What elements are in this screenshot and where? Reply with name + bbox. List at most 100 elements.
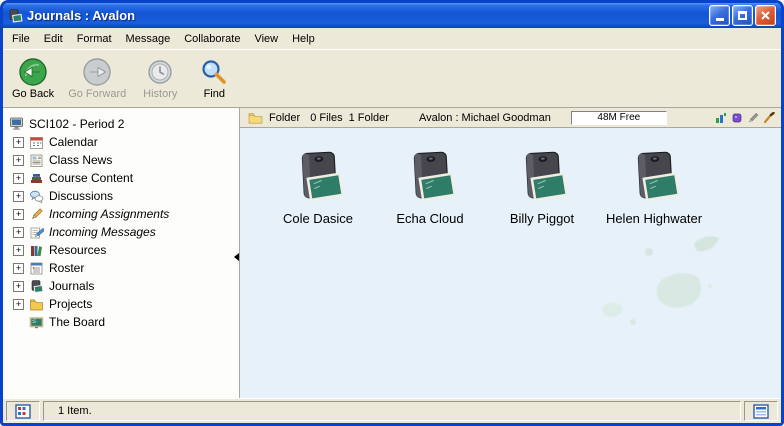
folder-view: Cole Dasice <box>240 128 781 398</box>
forward-arrow-icon <box>82 57 112 87</box>
journal-name: Helen Highwater <box>606 211 702 226</box>
tree-item-journals[interactable]: + Journals <box>9 277 239 295</box>
tree-item-incoming-assignments[interactable]: + Incoming Assignments <box>9 205 239 223</box>
splitter-collapse-arrow[interactable] <box>234 253 239 261</box>
grid-status-icon[interactable] <box>15 404 31 419</box>
tree-item-roster[interactable]: + Roster <box>9 259 239 277</box>
tree-item-projects[interactable]: + Projects <box>9 295 239 313</box>
tree-item-label: The Board <box>49 315 105 329</box>
books-stack-icon <box>29 171 44 186</box>
roster-list-icon <box>29 261 44 276</box>
find-label: Find <box>204 88 225 100</box>
map-watermark <box>545 224 745 354</box>
go-forward-button[interactable]: Go Forward <box>63 54 131 103</box>
tree-item-label: Resources <box>49 243 106 257</box>
journal-item-billy[interactable]: Billy Piggot <box>490 150 594 226</box>
expand-icon[interactable]: + <box>13 227 24 238</box>
main-area: SCI102 - Period 2 + Calendar + Class <box>3 108 781 398</box>
expand-icon[interactable]: + <box>13 191 24 202</box>
menu-view[interactable]: View <box>247 30 285 48</box>
tree-item-resources[interactable]: + Resources <box>9 241 239 259</box>
computer-icon <box>9 116 24 131</box>
free-space-indicator: 48M Free <box>571 111 667 125</box>
close-icon <box>760 10 771 21</box>
menu-collaborate[interactable]: Collaborate <box>177 30 247 48</box>
tree-root-class[interactable]: SCI102 - Period 2 <box>9 114 239 133</box>
window-controls <box>709 5 776 26</box>
expand-icon[interactable]: + <box>13 281 24 292</box>
tree-item-course-content[interactable]: + Course Content <box>9 169 239 187</box>
close-button[interactable] <box>755 5 776 26</box>
tree-item-label: Incoming Messages <box>49 225 156 239</box>
pencil-note-icon <box>29 225 44 240</box>
menu-edit[interactable]: Edit <box>37 30 70 48</box>
go-back-button[interactable]: Go Back <box>7 54 59 103</box>
menu-help[interactable]: Help <box>285 30 322 48</box>
item-count-text: 1 Item. <box>58 405 92 417</box>
toolbar: Go Back Go Forward History Fi <box>3 49 781 108</box>
history-button[interactable]: History <box>135 54 185 103</box>
status-message: 1 Item. <box>43 401 741 421</box>
chart-icon[interactable] <box>715 112 727 124</box>
pencil-small-icon[interactable] <box>747 112 759 124</box>
journal-name: Billy Piggot <box>510 211 574 226</box>
app-icon <box>7 8 23 24</box>
tree-item-class-news[interactable]: + Class News <box>9 151 239 169</box>
expand-icon[interactable]: + <box>13 155 24 166</box>
paintbrush-icon[interactable] <box>763 112 775 124</box>
journal-item-cole[interactable]: Cole Dasice <box>266 150 370 226</box>
expand-icon[interactable]: + <box>13 263 24 274</box>
expand-icon[interactable]: + <box>13 299 24 310</box>
minimize-icon <box>716 18 724 21</box>
location-path: Avalon : Michael Goodman <box>419 112 551 124</box>
journal-name: Echa Cloud <box>396 211 463 226</box>
menu-file[interactable]: File <box>5 30 37 48</box>
journal-list: Cole Dasice <box>240 128 781 226</box>
folders-count: 1 Folder <box>349 112 389 124</box>
palette-icon[interactable] <box>731 112 743 124</box>
go-forward-label: Go Forward <box>68 88 126 100</box>
expand-icon[interactable]: + <box>13 137 24 148</box>
journal-item-echa[interactable]: Echa Cloud <box>378 150 482 226</box>
maximize-button[interactable] <box>732 5 753 26</box>
journal-book-icon <box>287 150 349 208</box>
tree-item-label: Roster <box>49 261 84 275</box>
menu-format[interactable]: Format <box>70 30 119 48</box>
tree-item-label: Journals <box>49 279 94 293</box>
tree-item-the-board[interactable]: The Board <box>9 313 239 331</box>
tree-item-incoming-messages[interactable]: + Incoming Messages <box>9 223 239 241</box>
menu-message[interactable]: Message <box>119 30 178 48</box>
expand-icon[interactable]: + <box>13 173 24 184</box>
folder-type-label: Folder <box>269 112 300 124</box>
pencil-icon <box>29 207 44 222</box>
expand-icon[interactable]: + <box>13 245 24 256</box>
tree-item-label: Discussions <box>49 189 113 203</box>
header-tool-icons <box>715 112 775 124</box>
content-panel: Folder 0 Files 1 Folder Avalon : Michael… <box>240 108 781 398</box>
content-header-bar: Folder 0 Files 1 Folder Avalon : Michael… <box>240 108 781 128</box>
expand-icon[interactable]: + <box>13 209 24 220</box>
app-window: Journals : Avalon File Edit Format Messa… <box>0 0 784 426</box>
journal-book-icon <box>399 150 461 208</box>
titlebar[interactable]: Journals : Avalon <box>3 3 781 28</box>
tree-root-label: SCI102 - Period 2 <box>29 117 124 131</box>
tree-item-discussions[interactable]: + Discussions <box>9 187 239 205</box>
tree-item-calendar[interactable]: + Calendar <box>9 133 239 151</box>
folder-projects-icon <box>29 297 44 312</box>
newspaper-icon <box>29 153 44 168</box>
folder-icon <box>248 112 263 124</box>
tree-item-label: Projects <box>49 297 92 311</box>
tree-item-label: Calendar <box>49 135 98 149</box>
panel-toggle-icon[interactable] <box>753 404 769 419</box>
journal-book-icon <box>511 150 573 208</box>
magnifier-icon <box>199 57 229 87</box>
files-count: 0 Files <box>310 112 342 124</box>
journal-book-icon <box>623 150 685 208</box>
minimize-button[interactable] <box>709 5 730 26</box>
status-left-cell <box>6 401 40 421</box>
journal-item-helen[interactable]: Helen Highwater <box>602 150 706 226</box>
back-arrow-icon <box>18 57 48 87</box>
journal-icon <box>29 279 44 294</box>
go-back-label: Go Back <box>12 88 54 100</box>
find-button[interactable]: Find <box>189 54 239 103</box>
